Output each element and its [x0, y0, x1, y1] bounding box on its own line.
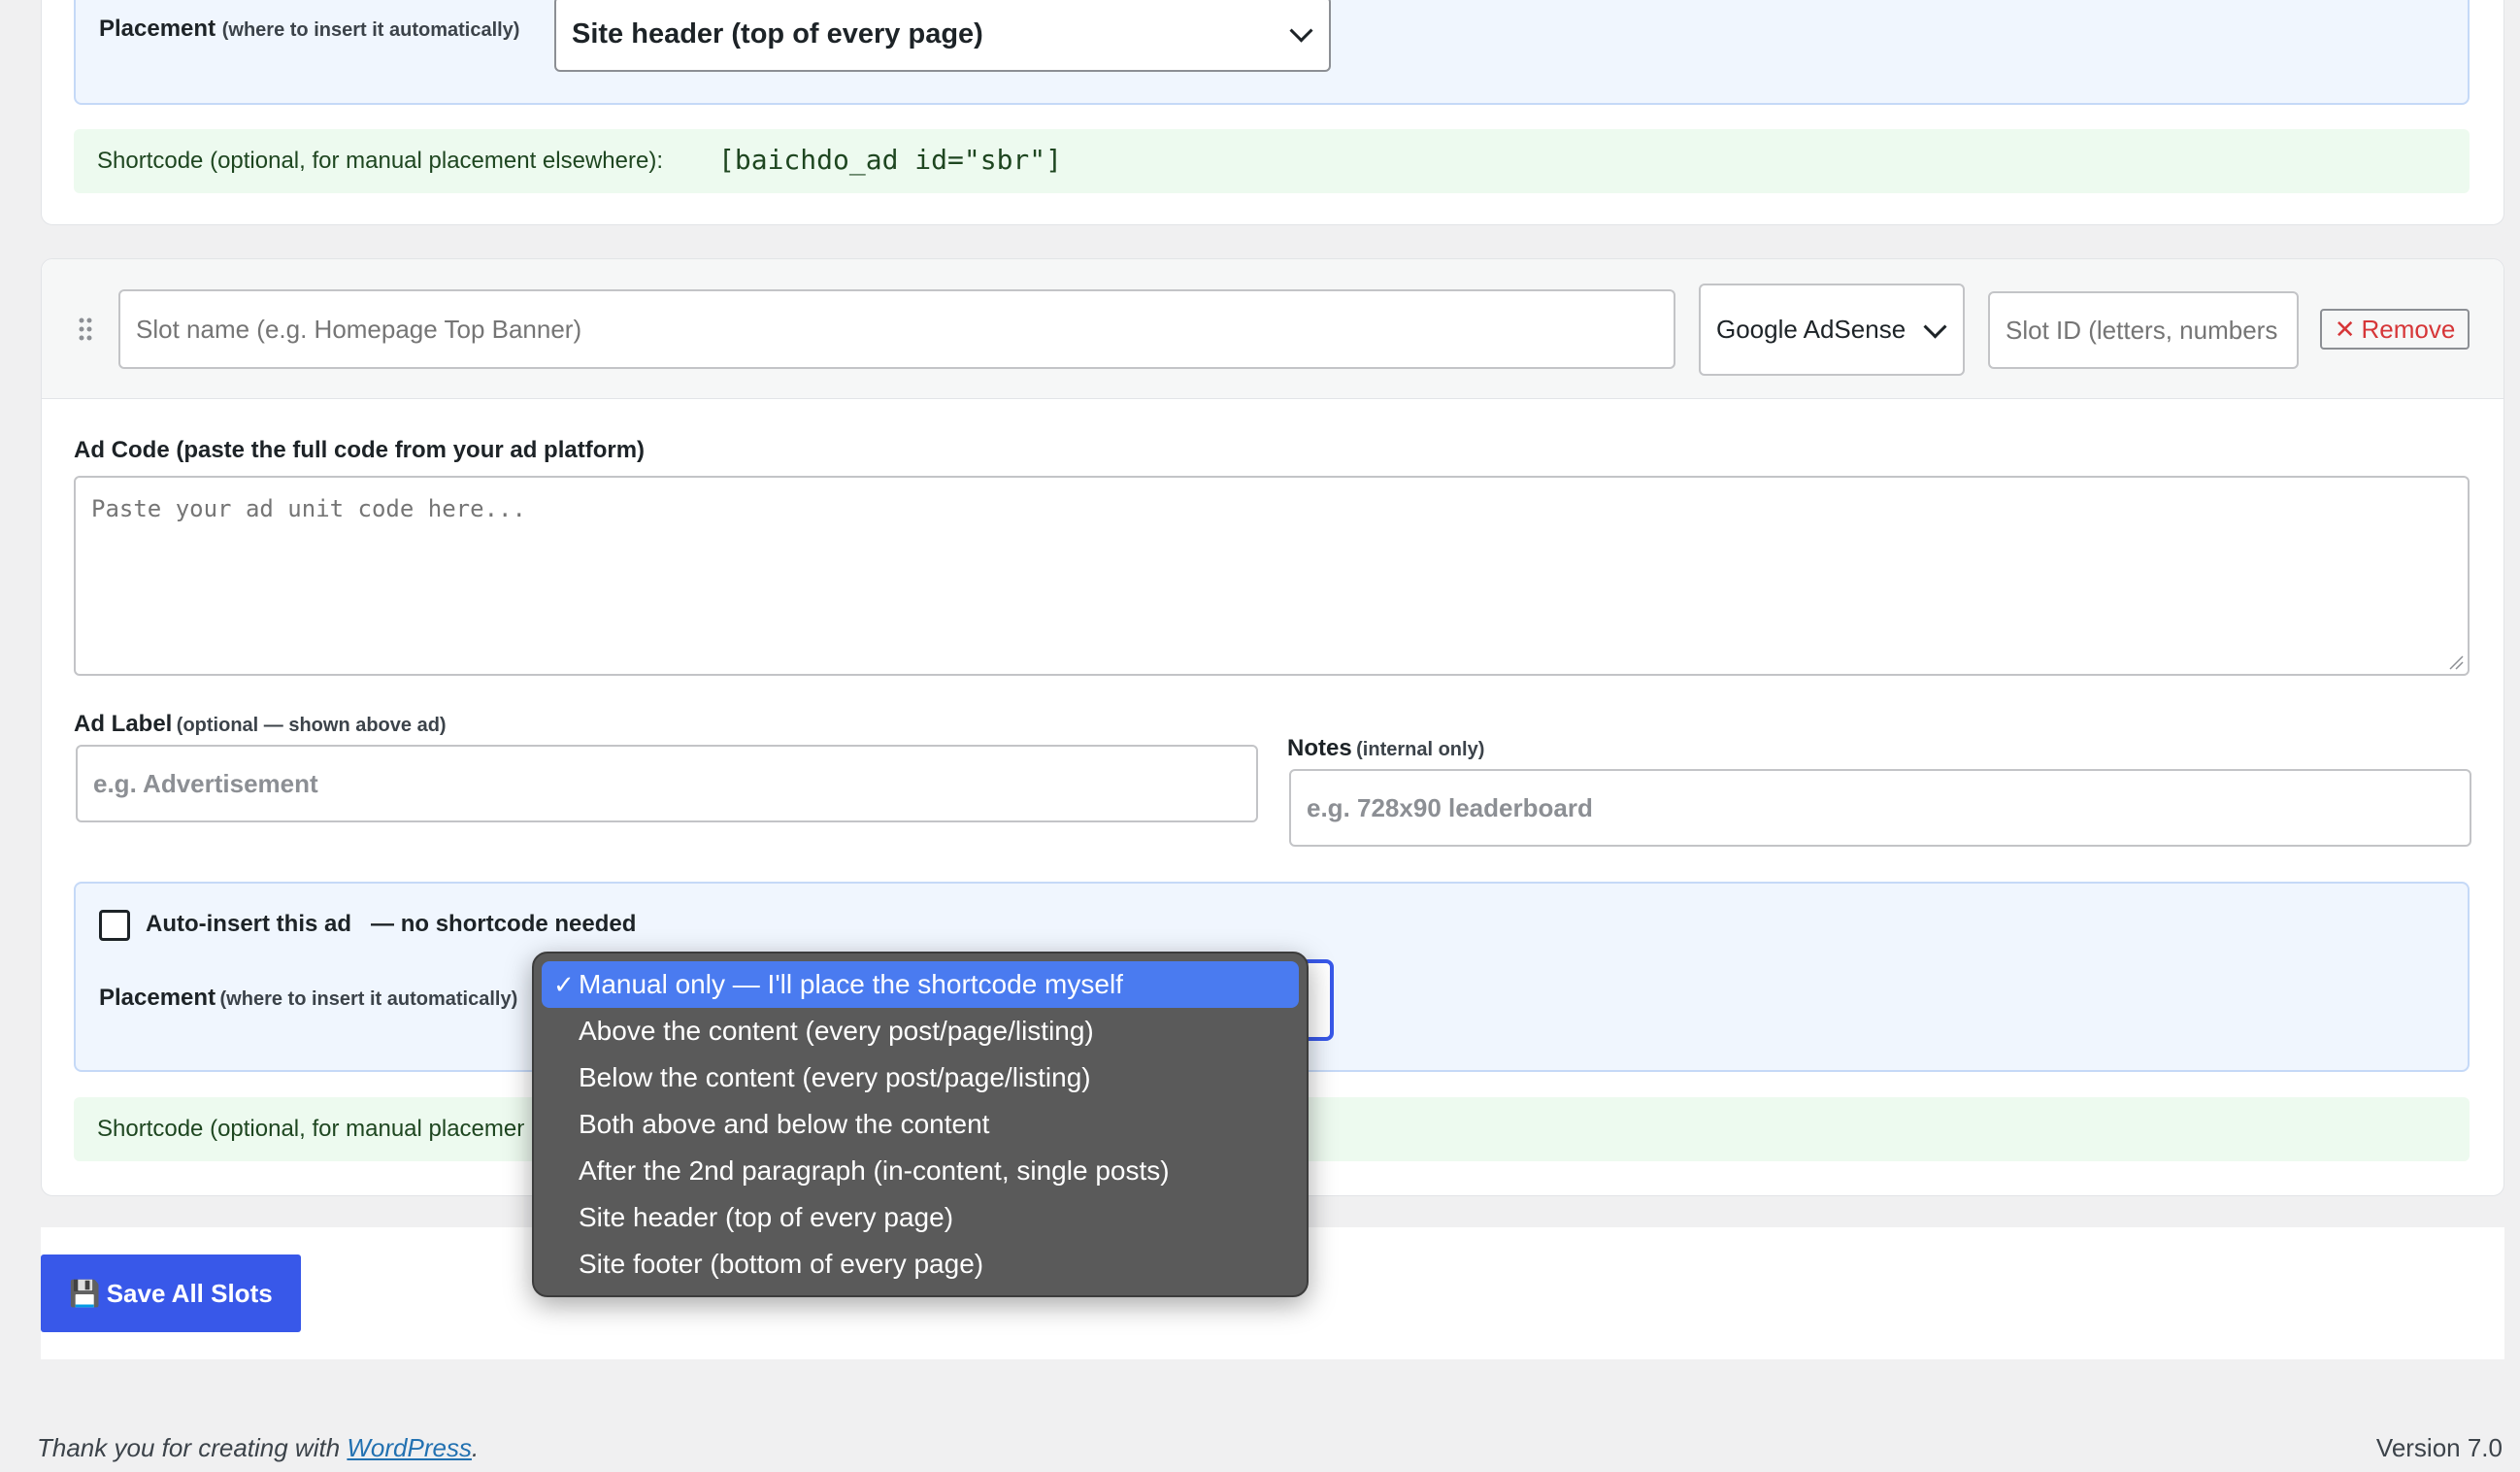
notes-heading: Notes (internal only) [1287, 735, 1485, 761]
auto-insert-checkbox[interactable] [99, 910, 130, 941]
close-icon: ✕ [2334, 314, 2356, 344]
ad-label-input[interactable]: e.g. Advertisement [76, 745, 1258, 822]
placement-option[interactable]: Both above and below the content [542, 1101, 1299, 1148]
placement-label-2: Placement (where to insert it automatica… [99, 985, 518, 1011]
slot-id-input[interactable]: Slot ID (letters, numbers [1988, 291, 2299, 369]
floppy-disk-icon: 💾 [69, 1278, 101, 1308]
shortcode-value-1[interactable]: [baichdo_ad id="sbr"] [718, 144, 1062, 176]
remove-button[interactable]: ✕ Remove [2320, 309, 2470, 350]
placement-option[interactable]: After the 2nd paragraph (in-content, sin… [542, 1148, 1299, 1194]
footer-thanks: Thank you for creating with WordPress. [37, 1433, 480, 1462]
placement-option[interactable]: Below the content (every post/page/listi… [542, 1054, 1299, 1101]
chevron-down-icon [1923, 315, 1947, 339]
placement-option[interactable]: Above the content (every post/page/listi… [542, 1008, 1299, 1054]
checkmark-icon: ✓ [553, 969, 575, 999]
placement-option[interactable]: ✓ Manual only — I'll place the shortcode … [542, 961, 1299, 1008]
chevron-down-icon [1289, 18, 1313, 43]
auto-insert-label: Auto-insert this ad — no shortcode neede… [146, 911, 637, 937]
placement-option[interactable]: Site footer (bottom of every page) [542, 1241, 1299, 1288]
placement-select-1[interactable]: Site header (top of every page) [554, 0, 1331, 72]
notes-input[interactable]: e.g. 728x90 leaderboard [1289, 769, 2471, 847]
ad-label-heading: Ad Label (optional — shown above ad) [74, 711, 447, 737]
slot-name-input[interactable]: Slot name (e.g. Homepage Top Banner) [118, 289, 1675, 369]
ad-network-select[interactable]: Google AdSense [1699, 284, 1965, 376]
save-all-slots-button[interactable]: 💾 Save All Slots [41, 1255, 301, 1332]
ad-code-label: Ad Code (paste the full code from your a… [74, 437, 646, 463]
shortcode-label-1: Shortcode (optional, for manual placemen… [97, 148, 663, 174]
footer-version: Version 7.0 [2375, 1433, 2503, 1462]
placement-option[interactable]: Site header (top of every page) [542, 1194, 1299, 1241]
shortcode-label-2: Shortcode (optional, for manual placemen… [97, 1116, 524, 1142]
placement-dropdown-menu: ✓ Manual only — I'll place the shortcode … [532, 952, 1309, 1297]
drag-handle-icon[interactable] [78, 317, 93, 342]
placement-label-1: Placement (where to insert it automatica… [99, 16, 520, 42]
wordpress-link[interactable]: WordPress [347, 1433, 472, 1462]
resize-handle-icon[interactable] [2448, 654, 2464, 670]
ad-code-textarea[interactable]: Paste your ad unit code here... [74, 476, 2470, 676]
